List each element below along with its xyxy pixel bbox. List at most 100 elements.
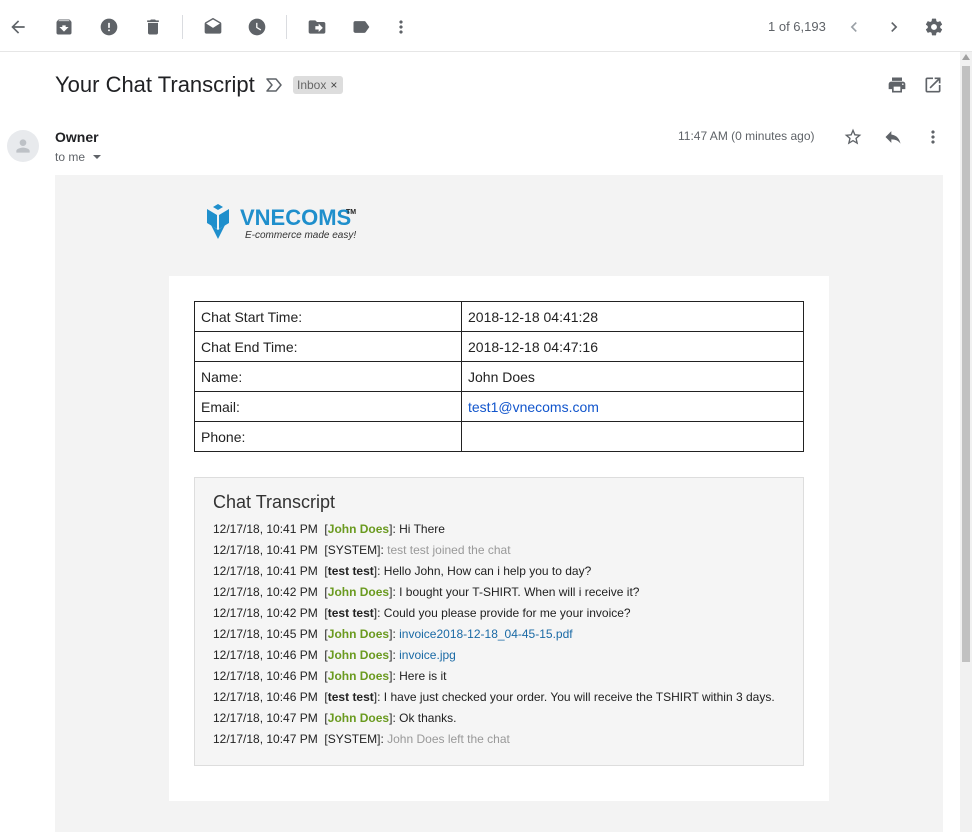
scrollbar[interactable] — [960, 52, 972, 832]
transcript-line: 12/17/18, 10:41 PM [John Does]: Hi There — [213, 522, 445, 536]
info-value — [461, 421, 804, 452]
line-message: Could you please provide for me your inv… — [383, 606, 631, 620]
line-message: test test joined the chat — [387, 543, 511, 557]
logo-trademark: TM — [346, 209, 356, 216]
more-button[interactable] — [385, 11, 417, 43]
transcript-line: 12/17/18, 10:42 PM [John Does]: I bought… — [213, 585, 640, 599]
person-icon — [16, 139, 30, 153]
settings-button[interactable] — [918, 11, 950, 43]
line-speaker: John Does — [327, 627, 390, 641]
info-key: Chat Start Time: — [194, 301, 462, 332]
line-timestamp: 12/17/18, 10:45 PM — [213, 627, 318, 641]
report-spam-button[interactable] — [93, 11, 125, 43]
email-link[interactable]: test1@vnecoms.com — [468, 399, 599, 415]
reply-icon — [885, 131, 901, 144]
sender-name[interactable]: Owner — [55, 129, 99, 145]
delete-button[interactable] — [137, 11, 169, 43]
arrow-back-icon — [11, 20, 25, 34]
line-message: Hello John, How can i help you to day? — [383, 564, 592, 578]
toolbar: 1 of 6,193 — [0, 0, 972, 52]
line-timestamp: 12/17/18, 10:47 PM — [213, 732, 318, 746]
file-link[interactable]: invoice.jpg — [399, 648, 456, 662]
file-link[interactable]: invoice2018-12-18_04-45-15.pdf — [399, 627, 572, 641]
remove-label-button[interactable]: × — [330, 76, 337, 94]
more-vert-icon — [399, 20, 403, 34]
clock-icon — [248, 18, 266, 36]
info-key: Email: — [194, 391, 462, 422]
email-body: VNECOMS TM E-commerce made easy! Chat St… — [55, 175, 943, 832]
transcript-line: 12/17/18, 10:47 PM [SYSTEM]: John Does l… — [213, 732, 510, 746]
line-timestamp: 12/17/18, 10:42 PM — [213, 585, 318, 599]
archive-button[interactable] — [48, 11, 80, 43]
avatar[interactable] — [7, 130, 39, 162]
pager-text: 1 of 6,193 — [768, 19, 826, 34]
line-speaker: John Does — [327, 585, 390, 599]
archive-icon — [56, 19, 72, 35]
label-icon — [353, 21, 370, 33]
snooze-button[interactable] — [241, 11, 273, 43]
line-timestamp: 12/17/18, 10:46 PM — [213, 669, 318, 683]
inbox-label-chip: Inbox × — [293, 76, 344, 94]
move-folder-icon — [308, 20, 326, 34]
transcript-title: Chat Transcript — [213, 492, 336, 512]
info-key: Chat End Time: — [194, 331, 462, 362]
line-timestamp: 12/17/18, 10:42 PM — [213, 606, 318, 620]
chat-info-table: Chat Start Time: 2018-12-18 04:41:28 Cha… — [194, 301, 804, 452]
transcript-card: Chat Start Time: 2018-12-18 04:41:28 Cha… — [169, 276, 829, 801]
scroll-thumb[interactable] — [962, 66, 970, 662]
table-row: Chat Start Time: 2018-12-18 04:41:28 — [194, 301, 804, 332]
vnecoms-logo-icon: VNECOMS TM E-commerce made easy! — [207, 204, 356, 241]
mark-unread-button[interactable] — [197, 11, 229, 43]
newer-button[interactable] — [838, 11, 870, 43]
line-timestamp: 12/17/18, 10:41 PM — [213, 522, 318, 536]
recipient-details[interactable]: to me — [55, 150, 102, 164]
move-to-button[interactable] — [301, 11, 333, 43]
transcript-line: 12/17/18, 10:46 PM [John Does]: Here is … — [213, 669, 447, 683]
transcript-line: 12/17/18, 10:46 PM [test test]: I have j… — [213, 690, 775, 704]
line-timestamp: 12/17/18, 10:41 PM — [213, 543, 318, 557]
line-timestamp: 12/17/18, 10:41 PM — [213, 564, 318, 578]
line-speaker: test test — [327, 606, 374, 620]
print-button[interactable] — [884, 72, 910, 98]
line-timestamp: 12/17/18, 10:46 PM — [213, 690, 318, 704]
table-row: Phone: — [194, 421, 804, 452]
email-time: 11:47 AM (0 minutes ago) — [678, 129, 815, 143]
labels-button[interactable] — [345, 11, 377, 43]
scroll-up-arrow-icon[interactable] — [962, 54, 970, 60]
star-icon — [844, 128, 862, 145]
importance-marker-icon[interactable] — [265, 77, 283, 93]
line-message: Ok thanks. — [399, 711, 457, 725]
line-speaker: SYSTEM — [327, 543, 378, 557]
message-more-button[interactable] — [920, 124, 946, 150]
line-message: John Does left the chat — [387, 732, 510, 746]
logo-tagline: E-commerce made easy! — [245, 230, 356, 241]
info-key: Name: — [194, 361, 462, 392]
back-button[interactable] — [2, 11, 34, 43]
email-subject: Your Chat Transcript — [55, 72, 255, 97]
open-new-window-button[interactable] — [920, 72, 946, 98]
transcript-line: 12/17/18, 10:47 PM [John Does]: Ok thank… — [213, 711, 457, 725]
transcript-lines: 12/17/18, 10:41 PM [John Does]: Hi There… — [213, 522, 775, 753]
older-button[interactable] — [878, 11, 910, 43]
line-speaker: John Does — [327, 711, 390, 725]
chevron-right-icon — [891, 22, 898, 32]
chat-transcript-box: Chat Transcript 12/17/18, 10:41 PM [John… — [194, 477, 804, 766]
recipient-text: to me — [55, 150, 86, 164]
open-in-new-icon — [925, 77, 941, 93]
line-speaker: SYSTEM — [327, 732, 378, 746]
reply-button[interactable] — [880, 124, 906, 150]
info-value: 2018-12-18 04:41:28 — [461, 301, 804, 332]
info-value: John Does — [461, 361, 804, 392]
more-vert-icon — [931, 130, 935, 144]
line-message: Hi There — [399, 522, 445, 536]
logo-wordmark: VNECOMS — [240, 205, 351, 230]
table-row: Email: test1@vnecoms.com — [194, 391, 804, 422]
printer-icon — [888, 77, 906, 93]
line-message: I bought your T-SHIRT. When will i recei… — [399, 585, 640, 599]
line-speaker: John Does — [327, 669, 390, 683]
transcript-line: 12/17/18, 10:46 PM [John Does]: invoice.… — [213, 648, 456, 662]
transcript-line: 12/17/18, 10:41 PM [SYSTEM]: test test j… — [213, 543, 511, 557]
trash-icon — [147, 19, 159, 35]
chevron-left-icon — [850, 22, 857, 32]
star-button[interactable] — [840, 124, 866, 150]
